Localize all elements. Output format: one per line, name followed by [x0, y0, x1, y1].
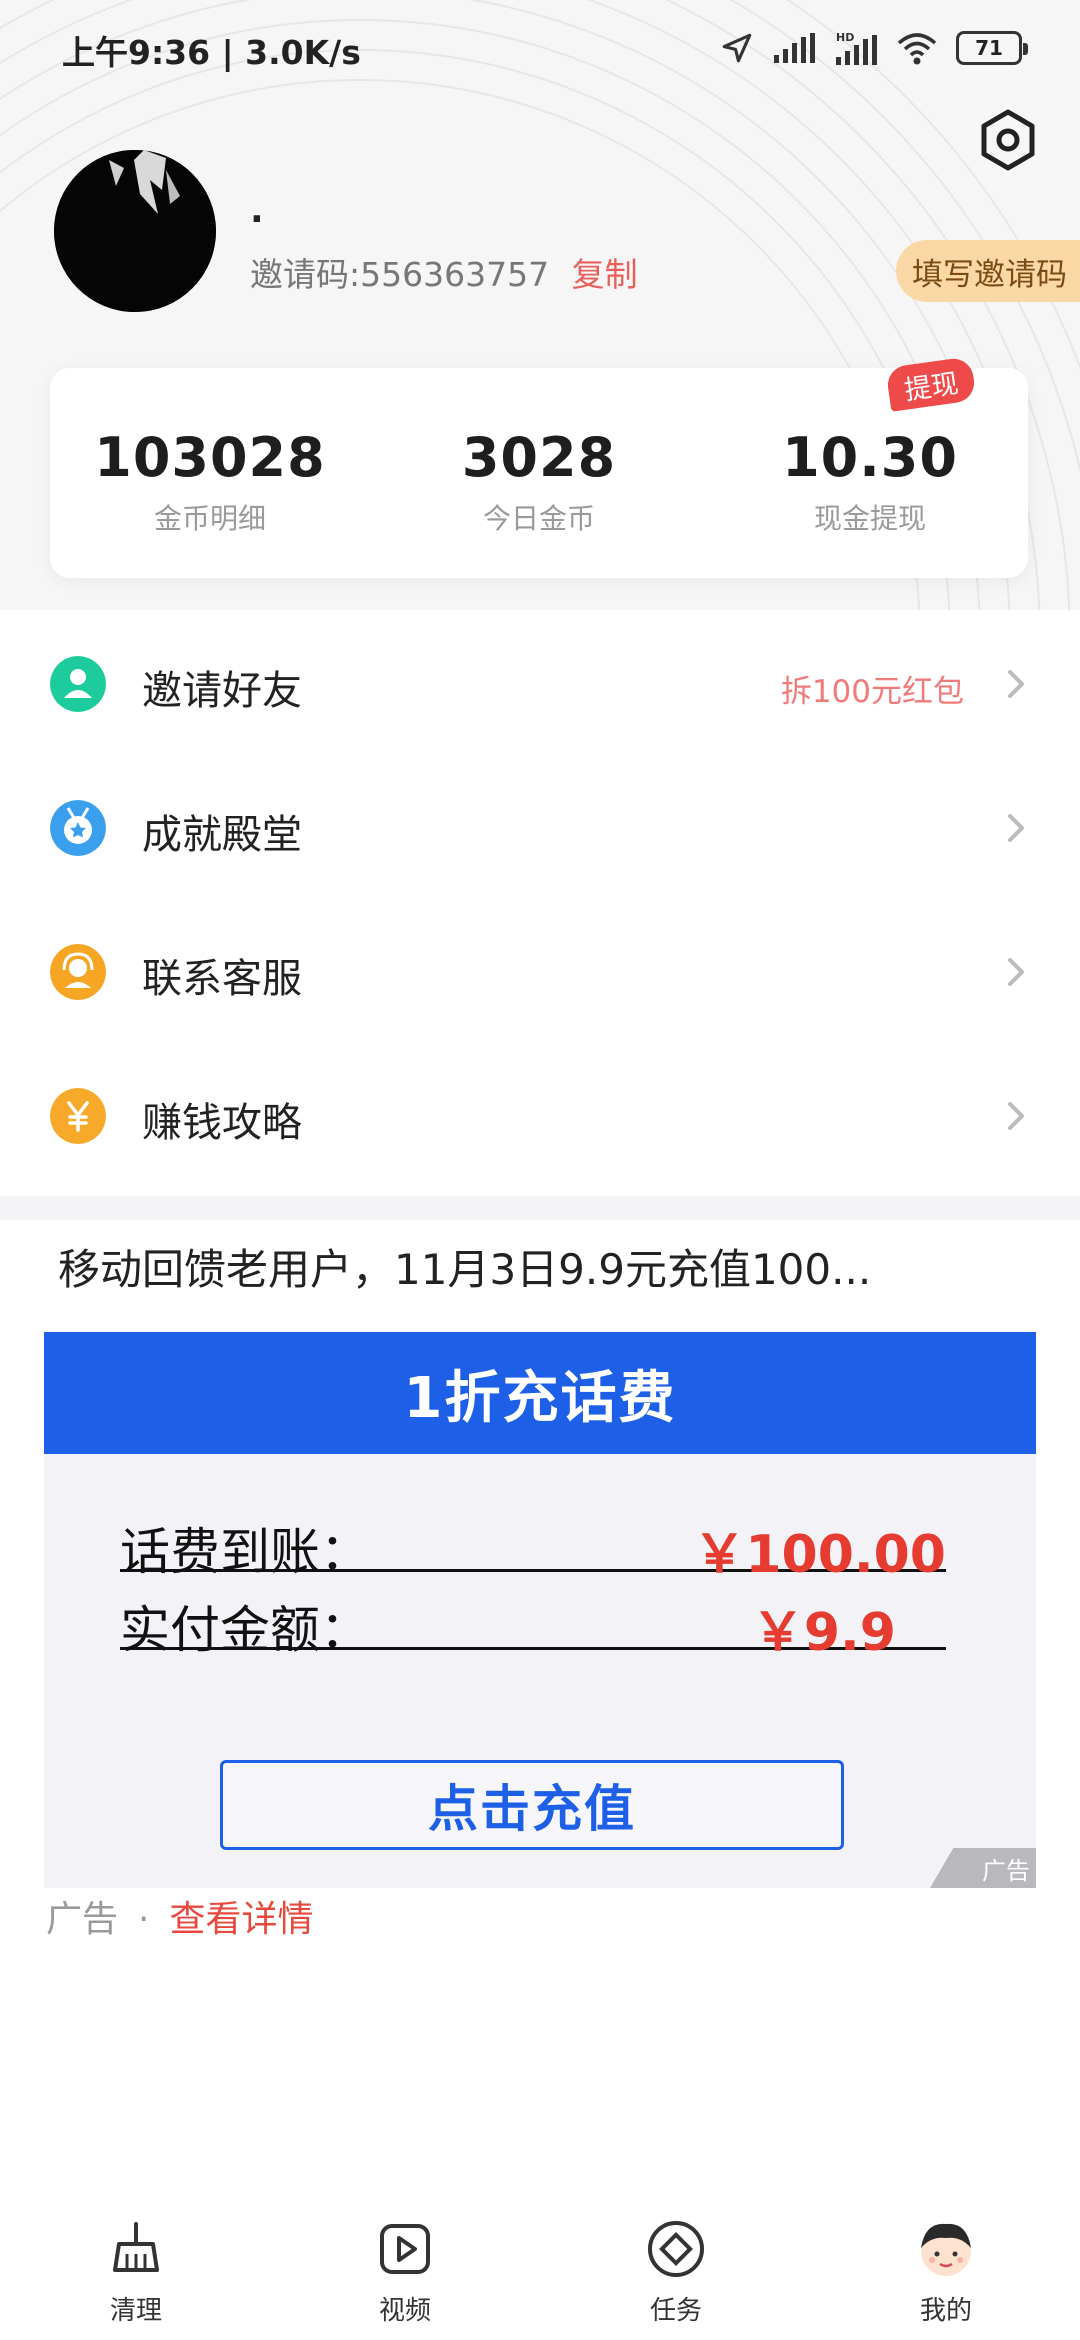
ad-footer: 广告 · 查看详情 — [46, 1890, 313, 1942]
chevron-right-icon — [1008, 958, 1024, 986]
copy-button[interactable]: 复制 — [572, 255, 638, 294]
wifi-icon — [897, 33, 937, 65]
chevron-right-icon — [1008, 1102, 1024, 1130]
signal-icon — [774, 33, 815, 63]
stat-value: 10.30 — [782, 426, 958, 489]
view-details-link[interactable]: 查看详情 — [169, 1899, 313, 1940]
stat-label: 今日金币 — [482, 502, 595, 535]
ad-row-paid: 实付金额： ￥9.9 — [120, 1590, 946, 1663]
tab-label: 清理 — [109, 2296, 162, 2326]
ad-row-credited: 话费到账： ￥100.00 — [120, 1512, 946, 1585]
avatar[interactable] — [54, 150, 216, 312]
location-arrow-icon — [722, 33, 752, 63]
hd-signal-icon: HD — [836, 31, 877, 65]
invite-code: 邀请码:556363757 — [250, 255, 550, 294]
stat-coin-detail[interactable]: 103028 金币明细 — [60, 426, 360, 537]
tab-video[interactable]: 视频 — [335, 2218, 475, 2327]
profile-header: 上午9:36 | 3.0K/s HD 71 . 邀请码:556363757 复制… — [0, 0, 1080, 610]
status-time: 上午9:36 | 3.0K/s — [62, 33, 361, 72]
ad-row-value: ￥9.9 — [751, 1603, 896, 1663]
stat-value: 103028 — [94, 426, 326, 489]
ad-banner: 1折充话费 — [44, 1332, 1036, 1454]
section-divider — [0, 1196, 1080, 1220]
diamond-icon — [648, 2221, 704, 2277]
ad-corner-text: 广告 — [982, 1856, 1030, 1885]
menu-item-invite-friends[interactable]: 邀请好友 拆100元红包 — [0, 610, 1080, 754]
nickname: . — [250, 190, 264, 231]
settings-gear-icon[interactable] — [976, 108, 1040, 172]
medal-icon — [50, 800, 106, 856]
menu-item-label: 联系客服 — [142, 956, 302, 1002]
ad-footer-dot: · — [138, 1899, 150, 1940]
stat-today-coins[interactable]: 3028 今日金币 — [389, 426, 689, 537]
broom-icon — [113, 2222, 159, 2272]
status-bar: 上午9:36 | 3.0K/s HD 71 — [0, 0, 1080, 96]
menu-item-label: 邀请好友 — [142, 668, 302, 714]
yen-icon — [50, 1088, 106, 1144]
stat-cash-withdraw[interactable]: 10.30 现金提现 — [720, 426, 1020, 537]
bottom-tab-bar: 清理 视频 任务 我的 — [0, 2190, 1080, 2340]
stat-label: 现金提现 — [813, 502, 926, 535]
tab-label: 我的 — [919, 2296, 972, 2326]
ad-row-label: 话费到账： — [120, 1523, 370, 1581]
menu-list: 邀请好友 拆100元红包 成就殿堂 联系客服 赚钱攻略 — [0, 610, 1080, 1186]
stat-value: 3028 — [461, 426, 617, 489]
svg-text:HD: HD — [836, 31, 854, 44]
menu-item-customer-service[interactable]: 联系客服 — [0, 898, 1080, 1042]
stat-label: 金币明细 — [153, 502, 266, 535]
tab-mine[interactable]: 我的 — [876, 2218, 1016, 2327]
headset-icon — [50, 944, 106, 1000]
tab-label: 任务 — [649, 2296, 702, 2326]
ad-row-label: 实付金额： — [120, 1601, 370, 1659]
chevron-right-icon — [1008, 814, 1024, 842]
tab-clean[interactable]: 清理 — [66, 2218, 206, 2327]
stats-card: 103028 金币明细 3028 今日金币 10.30 现金提现 提现 — [50, 356, 1028, 578]
fill-invite-code-button[interactable]: 填写邀请码 — [896, 240, 1080, 302]
menu-item-achievements[interactable]: 成就殿堂 — [0, 754, 1080, 898]
ad-card[interactable]: 1折充话费 话费到账： ￥100.00 实付金额： ￥9.9 点击充值 广告 — [44, 1332, 1036, 1888]
ad-footer-label: 广告 — [46, 1899, 119, 1940]
ad-corner-label: 广告 — [930, 1848, 1036, 1888]
menu-item-promo: 拆100元红包 — [780, 674, 964, 710]
status-icons: HD 71 — [720, 28, 1028, 68]
play-icon — [380, 2224, 430, 2274]
ad-row-value: ￥100.00 — [693, 1525, 946, 1585]
tab-label: 视频 — [378, 2296, 431, 2326]
menu-item-label: 成就殿堂 — [142, 812, 302, 858]
profile-face-icon — [921, 2223, 971, 2276]
avatar-image — [54, 150, 216, 312]
user-icon — [50, 656, 106, 712]
battery-icon: 71 — [956, 31, 1028, 65]
chevron-right-icon — [1008, 670, 1024, 698]
invite-code-line: 邀请码:556363757 复制 — [250, 248, 638, 296]
menu-item-label: 赚钱攻略 — [142, 1100, 302, 1146]
ad-title[interactable]: 移动回馈老用户，11月3日9.9元充值100... — [58, 1236, 1058, 1297]
tab-tasks[interactable]: 任务 — [606, 2218, 746, 2327]
menu-item-earning-guide[interactable]: 赚钱攻略 — [0, 1042, 1080, 1186]
recharge-button[interactable]: 点击充值 — [220, 1760, 844, 1850]
